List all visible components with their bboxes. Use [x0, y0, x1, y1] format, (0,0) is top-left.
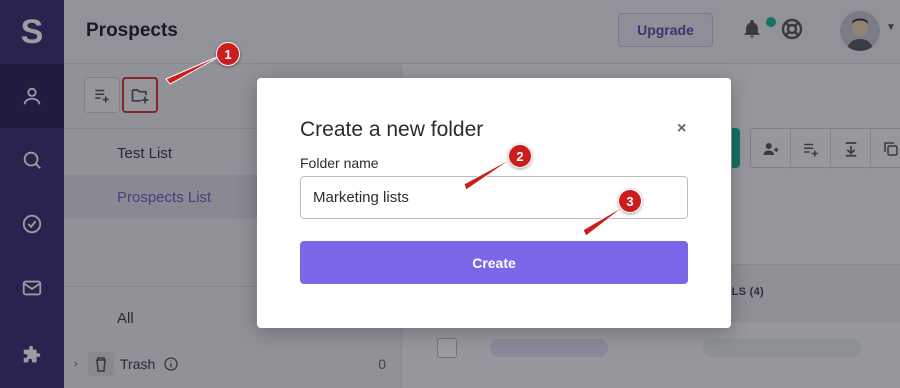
annotation-badge-1: 1	[216, 42, 240, 66]
annotation-arrow-1	[165, 53, 225, 85]
annotation-badge-3: 3	[618, 189, 642, 213]
annotation-arrow-3	[582, 204, 627, 237]
annotation-arrows	[165, 53, 627, 237]
annotation-badge-2: 2	[508, 144, 532, 168]
